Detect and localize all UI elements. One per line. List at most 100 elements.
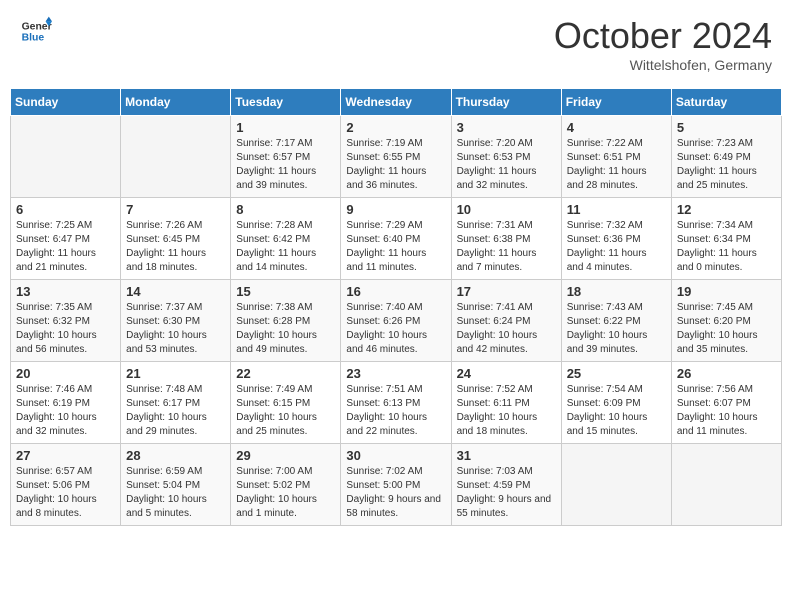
calendar-cell: 10 Sunrise: 7:31 AM Sunset: 6:38 PM Dayli… <box>451 198 561 280</box>
calendar-cell: 27 Sunrise: 6:57 AM Sunset: 5:06 PM Dayli… <box>11 444 121 526</box>
day-info: Sunrise: 6:59 AM Sunset: 5:04 PM Dayligh… <box>126 465 225 521</box>
calendar-cell: 22 Sunrise: 7:49 AM Sunset: 6:15 PM Dayli… <box>231 362 341 444</box>
svg-text:Blue: Blue <box>22 33 45 44</box>
calendar-cell: 17 Sunrise: 7:41 AM Sunset: 6:24 PM Dayli… <box>451 280 561 362</box>
day-number: 25 <box>567 366 666 381</box>
day-info: Sunrise: 7:19 AM Sunset: 6:55 PM Dayligh… <box>346 137 445 193</box>
day-number: 24 <box>457 366 556 381</box>
day-number: 12 <box>677 202 776 217</box>
day-number: 8 <box>236 202 335 217</box>
day-info: Sunrise: 7:56 AM Sunset: 6:07 PM Dayligh… <box>677 383 776 439</box>
day-number: 2 <box>346 120 445 135</box>
calendar-cell: 9 Sunrise: 7:29 AM Sunset: 6:40 PM Daylig… <box>341 198 451 280</box>
month-title: October 2024 <box>554 15 772 57</box>
day-info: Sunrise: 7:25 AM Sunset: 6:47 PM Dayligh… <box>16 219 115 275</box>
day-info: Sunrise: 7:51 AM Sunset: 6:13 PM Dayligh… <box>346 383 445 439</box>
calendar-cell: 23 Sunrise: 7:51 AM Sunset: 6:13 PM Dayli… <box>341 362 451 444</box>
day-info: Sunrise: 7:26 AM Sunset: 6:45 PM Dayligh… <box>126 219 225 275</box>
calendar-cell: 21 Sunrise: 7:48 AM Sunset: 6:17 PM Dayli… <box>121 362 231 444</box>
day-number: 19 <box>677 284 776 299</box>
day-number: 11 <box>567 202 666 217</box>
day-number: 15 <box>236 284 335 299</box>
day-number: 26 <box>677 366 776 381</box>
day-info: Sunrise: 7:48 AM Sunset: 6:17 PM Dayligh… <box>126 383 225 439</box>
calendar-cell: 26 Sunrise: 7:56 AM Sunset: 6:07 PM Dayli… <box>671 362 781 444</box>
calendar-cell: 4 Sunrise: 7:22 AM Sunset: 6:51 PM Daylig… <box>561 116 671 198</box>
calendar-cell: 29 Sunrise: 7:00 AM Sunset: 5:02 PM Dayli… <box>231 444 341 526</box>
day-number: 28 <box>126 448 225 463</box>
day-number: 13 <box>16 284 115 299</box>
page-header: General Blue October 2024 Wittelshofen, … <box>10 10 782 78</box>
day-info: Sunrise: 7:31 AM Sunset: 6:38 PM Dayligh… <box>457 219 556 275</box>
day-info: Sunrise: 7:22 AM Sunset: 6:51 PM Dayligh… <box>567 137 666 193</box>
calendar-cell: 13 Sunrise: 7:35 AM Sunset: 6:32 PM Dayli… <box>11 280 121 362</box>
calendar-cell: 16 Sunrise: 7:40 AM Sunset: 6:26 PM Dayli… <box>341 280 451 362</box>
day-number: 20 <box>16 366 115 381</box>
calendar-cell: 24 Sunrise: 7:52 AM Sunset: 6:11 PM Dayli… <box>451 362 561 444</box>
calendar-cell: 3 Sunrise: 7:20 AM Sunset: 6:53 PM Daylig… <box>451 116 561 198</box>
day-number: 6 <box>16 202 115 217</box>
day-of-week-header: Thursday <box>451 89 561 116</box>
calendar-cell: 18 Sunrise: 7:43 AM Sunset: 6:22 PM Dayli… <box>561 280 671 362</box>
day-info: Sunrise: 7:03 AM Sunset: 4:59 PM Dayligh… <box>457 465 556 521</box>
day-number: 14 <box>126 284 225 299</box>
day-info: Sunrise: 7:35 AM Sunset: 6:32 PM Dayligh… <box>16 301 115 357</box>
calendar-cell: 2 Sunrise: 7:19 AM Sunset: 6:55 PM Daylig… <box>341 116 451 198</box>
logo-icon: General Blue <box>20 15 52 47</box>
day-number: 31 <box>457 448 556 463</box>
day-info: Sunrise: 7:23 AM Sunset: 6:49 PM Dayligh… <box>677 137 776 193</box>
calendar-cell: 7Sunrise: 7:26 AM Sunset: 6:45 PM Daylig… <box>121 198 231 280</box>
day-info: Sunrise: 7:43 AM Sunset: 6:22 PM Dayligh… <box>567 301 666 357</box>
day-info: Sunrise: 7:45 AM Sunset: 6:20 PM Dayligh… <box>677 301 776 357</box>
calendar-cell: 12 Sunrise: 7:34 AM Sunset: 6:34 PM Dayli… <box>671 198 781 280</box>
day-number: 18 <box>567 284 666 299</box>
calendar-cell: 8Sunrise: 7:28 AM Sunset: 6:42 PM Daylig… <box>231 198 341 280</box>
calendar-cell: 31 Sunrise: 7:03 AM Sunset: 4:59 PM Dayli… <box>451 444 561 526</box>
day-number: 23 <box>346 366 445 381</box>
calendar-cell: 15Sunrise: 7:38 AM Sunset: 6:28 PM Dayli… <box>231 280 341 362</box>
calendar-cell: 20Sunrise: 7:46 AM Sunset: 6:19 PM Dayli… <box>11 362 121 444</box>
location: Wittelshofen, Germany <box>554 57 772 73</box>
day-number: 21 <box>126 366 225 381</box>
day-of-week-header: Wednesday <box>341 89 451 116</box>
calendar-cell: 14Sunrise: 7:37 AM Sunset: 6:30 PM Dayli… <box>121 280 231 362</box>
day-info: Sunrise: 6:57 AM Sunset: 5:06 PM Dayligh… <box>16 465 115 521</box>
calendar-cell: 25 Sunrise: 7:54 AM Sunset: 6:09 PM Dayli… <box>561 362 671 444</box>
day-info: Sunrise: 7:49 AM Sunset: 6:15 PM Dayligh… <box>236 383 335 439</box>
day-info: Sunrise: 7:17 AM Sunset: 6:57 PM Dayligh… <box>236 137 335 193</box>
day-number: 5 <box>677 120 776 135</box>
day-of-week-header: Tuesday <box>231 89 341 116</box>
calendar-cell: 19 Sunrise: 7:45 AM Sunset: 6:20 PM Dayli… <box>671 280 781 362</box>
day-number: 29 <box>236 448 335 463</box>
title-block: October 2024 Wittelshofen, Germany <box>554 15 772 73</box>
day-number: 9 <box>346 202 445 217</box>
calendar-cell: 5 Sunrise: 7:23 AM Sunset: 6:49 PM Daylig… <box>671 116 781 198</box>
day-number: 1 <box>236 120 335 135</box>
day-info: Sunrise: 7:40 AM Sunset: 6:26 PM Dayligh… <box>346 301 445 357</box>
day-number: 27 <box>16 448 115 463</box>
calendar-cell <box>121 116 231 198</box>
day-number: 16 <box>346 284 445 299</box>
day-info: Sunrise: 7:34 AM Sunset: 6:34 PM Dayligh… <box>677 219 776 275</box>
calendar-cell <box>671 444 781 526</box>
day-info: Sunrise: 7:54 AM Sunset: 6:09 PM Dayligh… <box>567 383 666 439</box>
day-info: Sunrise: 7:29 AM Sunset: 6:40 PM Dayligh… <box>346 219 445 275</box>
calendar-table: SundayMondayTuesdayWednesdayThursdayFrid… <box>10 88 782 526</box>
calendar-cell: 6 Sunrise: 7:25 AM Sunset: 6:47 PM Daylig… <box>11 198 121 280</box>
calendar-cell <box>11 116 121 198</box>
day-of-week-header: Saturday <box>671 89 781 116</box>
day-number: 4 <box>567 120 666 135</box>
day-number: 17 <box>457 284 556 299</box>
day-of-week-header: Sunday <box>11 89 121 116</box>
day-info: Sunrise: 7:20 AM Sunset: 6:53 PM Dayligh… <box>457 137 556 193</box>
day-number: 3 <box>457 120 556 135</box>
day-info: Sunrise: 7:00 AM Sunset: 5:02 PM Dayligh… <box>236 465 335 521</box>
day-info: Sunrise: 7:32 AM Sunset: 6:36 PM Dayligh… <box>567 219 666 275</box>
day-number: 22 <box>236 366 335 381</box>
day-info: Sunrise: 7:41 AM Sunset: 6:24 PM Dayligh… <box>457 301 556 357</box>
day-info: Sunrise: 7:52 AM Sunset: 6:11 PM Dayligh… <box>457 383 556 439</box>
day-number: 30 <box>346 448 445 463</box>
day-number: 10 <box>457 202 556 217</box>
calendar-cell: 28 Sunrise: 6:59 AM Sunset: 5:04 PM Dayli… <box>121 444 231 526</box>
day-info: Sunrise: 7:02 AM Sunset: 5:00 PM Dayligh… <box>346 465 445 521</box>
